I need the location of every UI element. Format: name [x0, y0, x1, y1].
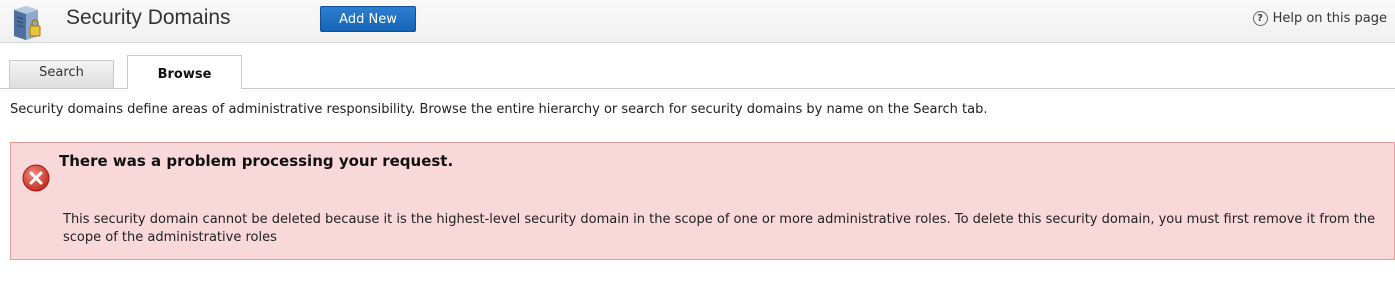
error-message-text: This security domain cannot be deleted b…	[63, 212, 1376, 245]
help-icon: ?	[1252, 11, 1268, 26]
error-title: There was a problem processing your requ…	[59, 152, 454, 170]
help-link-label: Help on this page	[1272, 11, 1387, 26]
page-title: Security Domains	[66, 6, 231, 29]
error-x-icon	[22, 164, 50, 192]
tab-search[interactable]: Search	[9, 60, 114, 88]
help-link[interactable]: ? Help on this page	[1252, 11, 1387, 26]
page-header: Security Domains Add New ? Help on this …	[0, 0, 1395, 43]
server-lock-icon	[14, 6, 41, 40]
tab-bar: Search Browse	[0, 55, 1395, 89]
add-new-button[interactable]: Add New	[320, 6, 416, 32]
tab-browse[interactable]: Browse	[127, 55, 242, 89]
page-description: Security domains define areas of adminis…	[10, 102, 988, 117]
error-message-box: There was a problem processing your requ…	[10, 142, 1395, 260]
